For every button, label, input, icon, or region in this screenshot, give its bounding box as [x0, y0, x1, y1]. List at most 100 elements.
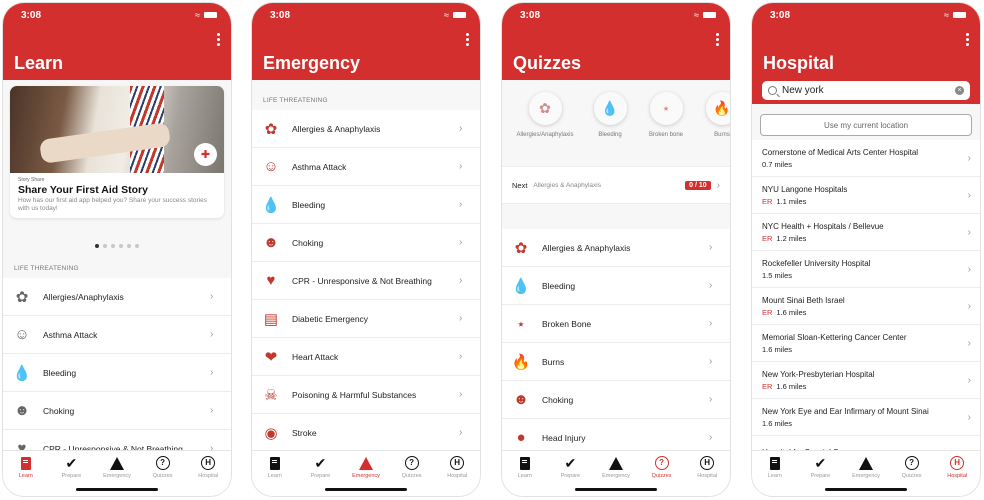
- more-menu-icon[interactable]: [964, 33, 970, 48]
- list-item[interactable]: ✿ Allergies/Anaphylaxis ›: [3, 278, 231, 316]
- tab-learn[interactable]: Learn: [4, 455, 48, 479]
- book-icon: [269, 455, 280, 471]
- list-item[interactable]: ☻ Choking ›: [252, 224, 480, 262]
- tab-label: Hospital: [697, 473, 718, 479]
- list-item[interactable]: 🔥 Burns ›: [502, 343, 730, 381]
- tab-quizzes[interactable]: ? Quizzes: [141, 455, 185, 479]
- list-item[interactable]: ❤ Heart Attack ›: [252, 338, 480, 376]
- list-item[interactable]: ☻ Choking ›: [502, 381, 730, 419]
- tab-learn[interactable]: Learn: [503, 455, 547, 479]
- quiz-category[interactable]: 🔥 Burns: [696, 86, 730, 165]
- search-icon: [768, 86, 777, 95]
- list-item[interactable]: ☠ Poisoning & Harmful Substances ›: [252, 376, 480, 414]
- tab-learn[interactable]: Learn: [253, 455, 297, 479]
- hospital-row[interactable]: New York Eye and Ear Infirmary of Mount …: [752, 399, 980, 436]
- list-item[interactable]: ☺ Asthma Attack ›: [3, 316, 231, 354]
- emergency-screen: 3:08 ≈ Emergency LIFE THREATENING ✿ Alle…: [251, 2, 481, 497]
- more-menu-icon[interactable]: [714, 33, 720, 48]
- carousel-dots[interactable]: [3, 235, 231, 248]
- tab-hospital[interactable]: H Hospital: [685, 455, 729, 479]
- tab-prepare[interactable]: ✔ Prepare: [298, 455, 342, 479]
- list-item[interactable]: ☺ Asthma Attack ›: [252, 148, 480, 186]
- tab-quizzes[interactable]: ? Quizzes: [890, 455, 934, 479]
- hospital-distance: 1.2 miles: [776, 233, 807, 243]
- list-item[interactable]: ✿ Allergies & Anaphylaxis ›: [252, 110, 480, 148]
- tab-bar: Learn ✔ Prepare Emergency? Quizzes H Hospi…: [752, 450, 980, 496]
- wifi-icon: ≈: [195, 10, 200, 20]
- choking-icon: ☻: [14, 402, 30, 419]
- chevron-right-icon: ›: [459, 199, 463, 210]
- quiz-category-carousel[interactable]: ✿ Allergies/Anaphylaxis 💧 Bleeding ⋆ Broke…: [502, 80, 730, 165]
- heart-icon: ❤: [264, 348, 278, 366]
- list-item[interactable]: ✿ Allergies & Anaphylaxis ›: [502, 229, 730, 267]
- list-item[interactable]: ☻ Choking ›: [3, 392, 231, 430]
- page-title: Emergency: [263, 53, 361, 73]
- choking-icon: ☻: [513, 391, 529, 408]
- more-menu-icon[interactable]: [215, 33, 221, 48]
- quiz-category[interactable]: ✿ Allergies/Anaphylaxis: [510, 86, 580, 165]
- next-label: Next: [512, 180, 528, 190]
- hospital-row[interactable]: Rockefeller University Hospital 1.5 mile…: [752, 251, 980, 288]
- quiz-category[interactable]: 💧 Bleeding: [584, 86, 636, 165]
- list-item[interactable]: 💧 Bleeding ›: [252, 186, 480, 224]
- more-menu-icon[interactable]: [464, 33, 470, 48]
- list-item[interactable]: ◉ Stroke ›: [252, 414, 480, 452]
- tab-hospital[interactable]: H Hospital: [186, 455, 230, 479]
- use-location-button[interactable]: Use my current location: [760, 114, 972, 136]
- story-card[interactable]: ✚ Story Share Share Your First Aid Story…: [10, 86, 224, 218]
- asthma-icon: ☺: [263, 158, 279, 175]
- hospital-row[interactable]: NYU Langone Hospitals ER 1.1 miles ›: [752, 177, 980, 214]
- list-item[interactable]: ♥ CPR - Unresponsive & Not Breathing ›: [252, 262, 480, 300]
- search-value[interactable]: New york: [782, 85, 955, 96]
- hospital-name: Cornerstone of Medical Arts Center Hospi…: [762, 147, 919, 157]
- tab-emergency[interactable]: Emergency: [844, 455, 888, 479]
- tab-quizzes[interactable]: ? Quizzes: [640, 455, 684, 479]
- home-indicator: [325, 488, 407, 491]
- item-label: Bleeding: [292, 199, 326, 210]
- search-input[interactable]: New york ×: [762, 81, 970, 100]
- stroke-icon: ◉: [264, 424, 278, 442]
- clear-icon[interactable]: ×: [955, 86, 964, 95]
- item-label: Asthma Attack: [292, 161, 347, 172]
- hospital-row[interactable]: Memorial Sloan-Kettering Cancer Center 1…: [752, 325, 980, 362]
- list-item[interactable]: 💧 Bleeding ›: [502, 267, 730, 305]
- hospital-distance: 1.6 miles: [776, 307, 807, 317]
- next-quiz-row[interactable]: Next Allergies & Anaphylaxis 0 / 10 ›: [502, 166, 730, 204]
- tab-label: Hospital: [947, 473, 968, 479]
- status-icons: ≈: [195, 10, 217, 20]
- item-label: Choking: [292, 237, 324, 248]
- tab-quizzes[interactable]: ? Quizzes: [390, 455, 434, 479]
- tab-prepare[interactable]: ✔ Prepare: [798, 455, 842, 479]
- warning-icon: [358, 455, 373, 471]
- header: 3:08 ≈ Hospital New york ×: [752, 3, 980, 104]
- hospital-row[interactable]: New York-Presbyterian Hospital ER 1.6 mil…: [752, 362, 980, 399]
- battery-icon: [703, 12, 716, 18]
- bandage-icon: ✚: [194, 143, 217, 166]
- tab-emergency[interactable]: Emergency: [594, 455, 638, 479]
- list-item[interactable]: ⋆ Broken Bone ›: [502, 305, 730, 343]
- item-label: Burns: [542, 356, 565, 367]
- tab-bar: Learn ✔ Prepare Emergency? Quizzes H Hospi…: [502, 450, 730, 496]
- list-item[interactable]: 💧 Bleeding ›: [3, 354, 231, 392]
- tab-prepare[interactable]: ✔ Prepare: [548, 455, 592, 479]
- tab-emergency[interactable]: Emergency: [95, 455, 139, 479]
- category-label: Allergies/Anaphylaxis: [516, 132, 574, 138]
- battery-icon: [453, 12, 466, 18]
- hospital-row[interactable]: Cornerstone of Medical Arts Center Hospi…: [752, 140, 980, 177]
- status-time: 3:08: [770, 10, 791, 21]
- tab-emergency[interactable]: Emergency: [344, 455, 388, 479]
- chevron-right-icon: ›: [210, 405, 214, 416]
- head-injury-icon: ●: [516, 429, 526, 446]
- tab-hospital[interactable]: H Hospital: [435, 455, 479, 479]
- book-icon: [519, 455, 530, 471]
- tab-label: Learn: [18, 473, 33, 479]
- tab-learn[interactable]: Learn: [753, 455, 797, 479]
- tab-prepare[interactable]: ✔ Prepare: [49, 455, 93, 479]
- home-indicator: [76, 488, 158, 491]
- quiz-category[interactable]: ⋆ Broken bone: [640, 86, 692, 165]
- hospital-row[interactable]: NYC Health + Hospitals / Bellevue ER 1.2 …: [752, 214, 980, 251]
- tab-hospital[interactable]: H Hospital: [935, 455, 979, 479]
- list-item[interactable]: ▤ Diabetic Emergency ›: [252, 300, 480, 338]
- status-time: 3:08: [270, 10, 291, 21]
- hospital-row[interactable]: Mount Sinai Beth Israel ER 1.6 miles ›: [752, 288, 980, 325]
